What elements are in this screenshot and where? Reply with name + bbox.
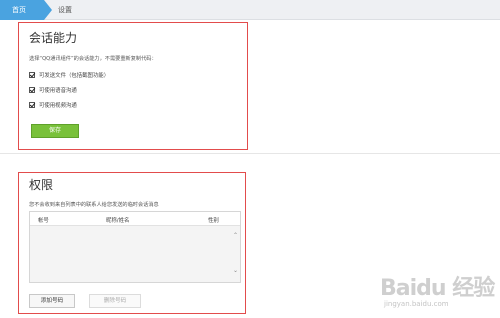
scroll-up-arrow-icon[interactable]: ⌃ xyxy=(233,232,238,239)
delete-number-button[interactable]: 删除号码 xyxy=(89,294,141,308)
send-file-checkbox[interactable] xyxy=(29,72,35,78)
voice-label: 可使用语音沟通 xyxy=(39,88,77,94)
send-file-label: 可发送文件（包括截图功能） xyxy=(39,73,110,79)
video-checkbox[interactable] xyxy=(29,102,35,108)
permissions-panel: 权限 您不会收到来自列表中的联系人给您发送的临时会话消息 帐号 昵称/姓名 性别… xyxy=(18,172,246,314)
top-nav-bar: 首页 设置 xyxy=(0,0,500,20)
option-video[interactable]: 可使用视频沟通 xyxy=(29,101,77,109)
permissions-description: 您不会收到来自列表中的联系人给您发送的临时会话消息 xyxy=(29,202,159,208)
add-number-button[interactable]: 添加号码 xyxy=(29,294,75,308)
column-gender: 性别 xyxy=(208,218,219,224)
column-account: 帐号 xyxy=(38,218,49,224)
scroll-down-arrow-icon[interactable]: ⌄ xyxy=(233,267,238,274)
section-divider xyxy=(0,153,500,154)
video-label: 可使用视频沟通 xyxy=(39,103,77,109)
contact-list-table[interactable]: 帐号 昵称/姓名 性别 ⌃ ⌄ xyxy=(29,211,241,283)
table-header: 帐号 昵称/姓名 性别 xyxy=(30,212,240,226)
option-send-file[interactable]: 可发送文件（包括截图功能） xyxy=(29,71,109,79)
baidu-jingyan-watermark: Baidu 经验 jingyan.baidu.com xyxy=(380,270,496,314)
tab-settings[interactable]: 设置 xyxy=(58,0,72,20)
session-ability-title: 会话能力 xyxy=(29,31,78,45)
option-voice[interactable]: 可使用语音沟通 xyxy=(29,86,77,94)
voice-checkbox[interactable] xyxy=(29,87,35,93)
session-ability-panel: 会话能力 选择“QQ通讯组件”的会话能力，不需要重新复制代码： 可发送文件（包括… xyxy=(18,22,248,150)
session-ability-description: 选择“QQ通讯组件”的会话能力，不需要重新复制代码： xyxy=(29,56,157,62)
watermark-url: jingyan.baidu.com xyxy=(384,300,449,308)
tab-home[interactable]: 首页 xyxy=(0,0,52,20)
column-nickname: 昵称/姓名 xyxy=(106,218,130,224)
save-button[interactable]: 保存 xyxy=(31,124,79,138)
permissions-title: 权限 xyxy=(29,178,54,192)
watermark-logo: Baidu 经验 xyxy=(380,276,495,301)
